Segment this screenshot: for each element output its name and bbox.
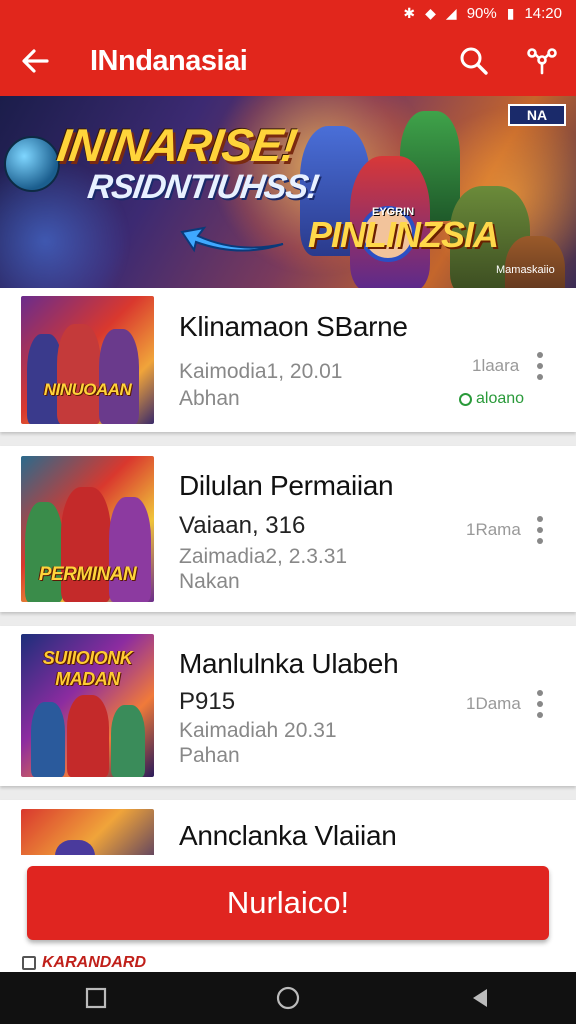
more-options-icon[interactable] — [533, 690, 547, 718]
promo-banner[interactable]: ININARISE! RSIDNTIUHSS! PINLINZSIA EYGRI… — [0, 96, 576, 288]
banner-headline: ININARISE! — [54, 119, 300, 171]
game-meta-date: Zaimadia2, 2.3.31 — [179, 545, 348, 568]
more-options-icon[interactable] — [533, 352, 547, 380]
thumb-figure — [25, 502, 63, 602]
cta-area: Nurlaico! KARANDARD — [0, 855, 576, 972]
footer-logo-text: KARANDARD — [42, 954, 146, 971]
game-list-item[interactable]: NINUOAAN Klinamaon SBarne Kaimodia1, 20.… — [0, 288, 576, 432]
clock: 14:20 — [524, 4, 562, 22]
circle-icon — [276, 986, 300, 1010]
banner-ball-graphic — [4, 136, 60, 192]
game-meta-author: Nakan — [179, 570, 240, 593]
game-meta-author: Abhan — [179, 387, 240, 410]
status-badge: aloano — [459, 390, 524, 408]
thumb-figure — [99, 329, 139, 424]
more-options-icon[interactable] — [533, 516, 547, 544]
search-button[interactable] — [440, 26, 508, 96]
game-list-item[interactable]: SUIIOIONK MADAN Manlulnka Ulabeh P915 Ka… — [0, 626, 576, 786]
game-size: 1Rama — [466, 520, 521, 539]
thumb-figure — [57, 324, 101, 424]
game-meta-version: P915 — [179, 688, 236, 715]
share-icon — [527, 48, 557, 75]
battery-level: 90% — [466, 4, 497, 22]
game-size: 1Dama — [466, 694, 521, 713]
primary-cta-button[interactable]: Nurlaico! — [27, 866, 549, 940]
banner-brand: PINLINZSIA — [308, 214, 499, 255]
home-button[interactable] — [258, 972, 318, 1024]
battery-icon: ▮ — [506, 4, 515, 21]
status-dot-icon — [459, 392, 472, 406]
game-title: Manlulnka Ulabeh — [179, 648, 399, 679]
game-meta-version: Vaiaan, 316 — [179, 512, 306, 539]
back-button[interactable] — [0, 26, 70, 96]
system-nav-bar — [0, 972, 576, 1024]
share-button[interactable] — [508, 26, 576, 96]
triangle-back-icon — [473, 989, 487, 1007]
signal-icon: ◢ — [445, 4, 457, 21]
logo-mark-icon — [22, 956, 36, 970]
game-meta-author: Pahan — [179, 744, 240, 767]
game-thumbnail: SUIIOIONK MADAN — [21, 634, 154, 777]
bluetooth-icon: ✱ — [403, 4, 416, 21]
thumb-figure — [31, 702, 65, 777]
game-meta-date: Kaimodia1, 20.01 — [179, 360, 343, 383]
swoosh-arrow-icon — [180, 226, 284, 253]
banner-credit: Mamaskaiio — [496, 264, 555, 276]
status-label: aloano — [476, 390, 525, 407]
app-bar: INndanasiai — [0, 26, 576, 96]
arrow-left-icon — [22, 49, 49, 73]
recents-button[interactable] — [66, 972, 126, 1024]
game-title: Dilulan Permaiian — [179, 470, 394, 501]
footer-logo: KARANDARD — [22, 954, 146, 972]
game-thumbnail: PERMINAN — [21, 456, 154, 602]
thumb-figure — [109, 497, 151, 602]
game-list-item[interactable]: PERMINAN Dilulan Permaiian Vaiaan, 316 Z… — [0, 446, 576, 612]
banner-badge: NA — [508, 104, 566, 126]
game-title: Klinamaon SBarne — [179, 311, 408, 342]
game-meta-date: Kaimadiah 20.31 — [179, 719, 337, 742]
thumb-figure — [111, 705, 145, 777]
game-size: 1laara — [472, 356, 520, 375]
square-icon — [85, 987, 107, 1009]
banner-hero-figure — [505, 236, 565, 288]
banner-subline: RSIDNTIUHSS! — [85, 168, 321, 206]
game-thumbnail: NINUOAAN — [21, 296, 154, 424]
thumbnail-title: NINUOAAN — [43, 380, 132, 399]
banner-brand-small: EYGRIN — [372, 206, 415, 218]
system-back-button[interactable] — [450, 972, 510, 1024]
search-icon — [460, 47, 488, 75]
thumbnail-title: PERMINAN — [38, 564, 137, 585]
thumb-figure — [67, 695, 109, 777]
status-bar: ✱ ◆ ◢ 90% ▮ 14:20 — [0, 0, 576, 26]
thumbnail-title: SUIIOIONK MADAN — [42, 648, 133, 689]
page-title: INndanasiai — [90, 44, 248, 77]
wifi-icon: ◆ — [425, 4, 436, 21]
game-title: Annclanka Vlaiian — [179, 820, 397, 851]
